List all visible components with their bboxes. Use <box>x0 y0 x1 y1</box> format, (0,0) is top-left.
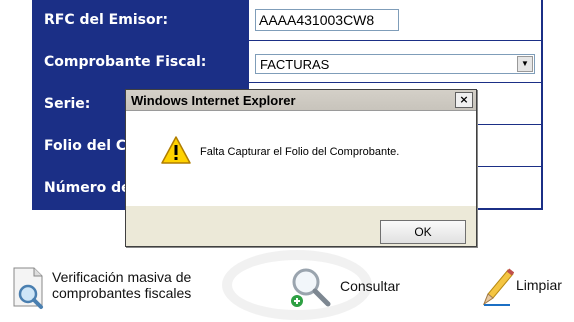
dialog-message: Falta Capturar el Folio del Comprobante. <box>200 146 400 158</box>
comprobante-select[interactable]: FACTURAS ▼ <box>255 54 535 74</box>
form-row-comprobante: Comprobante Fiscal: FACTURAS ▼ <box>34 40 541 82</box>
form-row-rfc: RFC del Emisor: AAAA431003CW8 <box>34 0 541 40</box>
chevron-down-icon[interactable]: ▼ <box>517 56 533 72</box>
consultar-label: Consultar <box>340 278 400 294</box>
dialog-body: Falta Capturar el Folio del Comprobante. <box>126 111 476 206</box>
comprobante-selected-value: FACTURAS <box>260 57 330 72</box>
limpiar-label: Limpiar <box>516 277 562 293</box>
dialog-titlebar[interactable]: Windows Internet Explorer × <box>126 90 476 111</box>
magnifier-icon <box>286 264 334 314</box>
pencil-icon <box>480 264 515 312</box>
limpiar-button[interactable]: Limpiar <box>480 264 562 312</box>
comprobante-label: Comprobante Fiscal: <box>34 41 248 82</box>
alert-dialog: Windows Internet Explorer × Falta Captur… <box>125 89 477 247</box>
consultar-button[interactable]: Consultar <box>286 264 400 314</box>
ok-button[interactable]: OK <box>380 220 466 244</box>
verificacion-masiva-button[interactable]: Verificación masiva de comprobantes fisc… <box>8 264 191 314</box>
document-search-icon <box>8 264 48 314</box>
verificacion-label-line2: comprobantes fiscales <box>52 285 192 301</box>
verificacion-label-line1: Verificación masiva de <box>52 269 192 285</box>
rfc-label: RFC del Emisor: <box>34 0 248 40</box>
action-bar: Verificación masiva de comprobantes fisc… <box>0 258 574 322</box>
dialog-title: Windows Internet Explorer <box>131 92 296 108</box>
rfc-input[interactable]: AAAA431003CW8 <box>255 9 399 31</box>
warning-icon <box>160 135 192 169</box>
close-icon[interactable]: × <box>455 92 473 108</box>
